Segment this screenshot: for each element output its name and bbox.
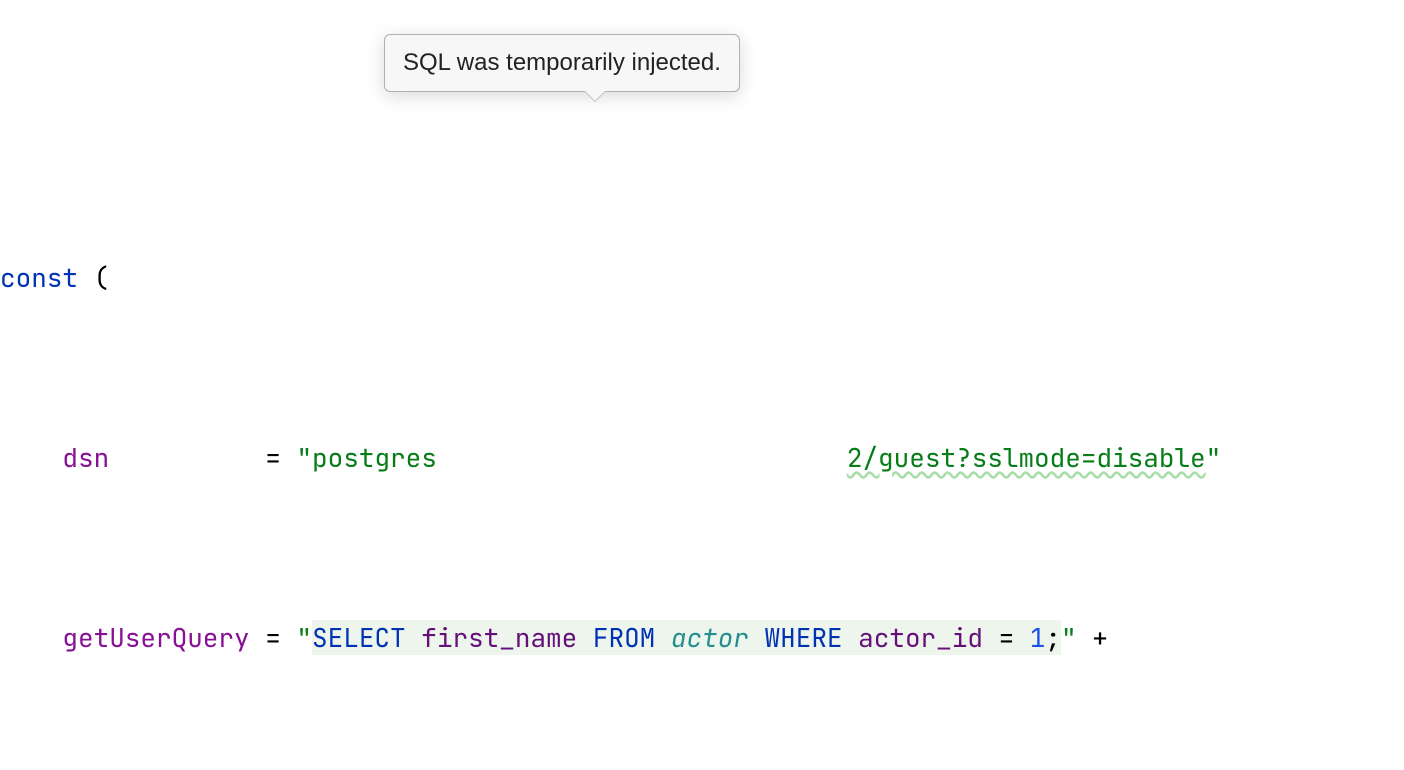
code-line[interactable]: dsn = "postgres2/guest?sslmode=disable" [0,440,1404,476]
ident-getUserQuery: getUserQuery [62,620,249,655]
ident-dsn: dsn [62,440,109,475]
keyword-const: const [0,260,78,295]
tooltip-text: SQL was temporarily injected. [403,49,721,76]
code-editor[interactable]: SQL was temporarily injected. const ( ds… [0,0,1404,770]
inspection-tooltip: SQL was temporarily injected. [384,34,740,92]
code-line[interactable]: const ( [0,260,1404,296]
code-line[interactable]: getUserQuery = "SELECT first_name FROM a… [0,620,1404,656]
